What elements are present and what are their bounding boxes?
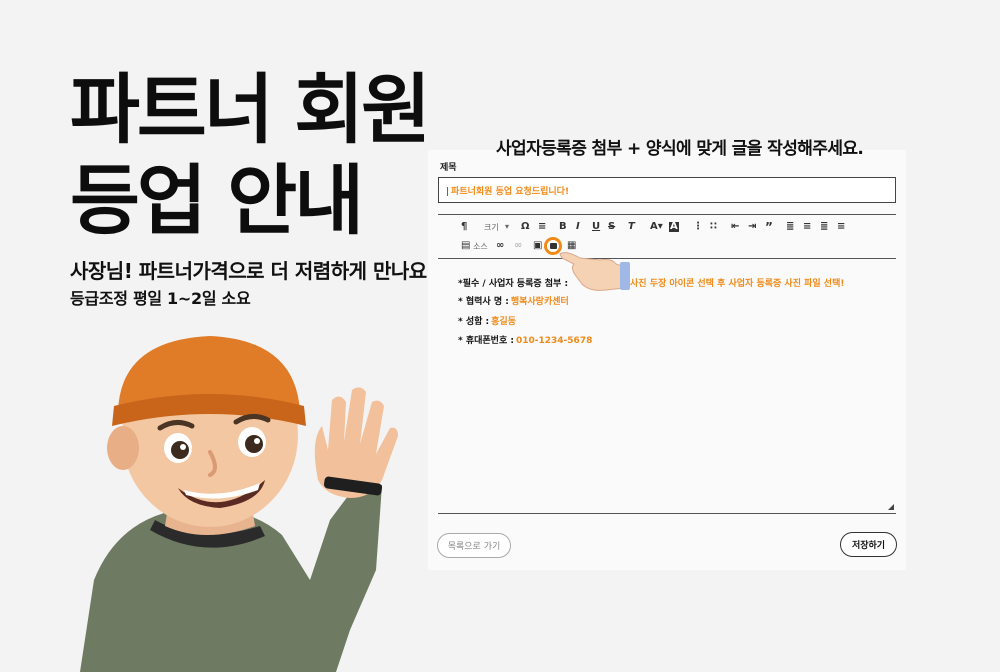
horizontal-rule-icon[interactable]: ≡ <box>538 222 546 232</box>
blockquote-icon[interactable]: ” <box>765 221 773 233</box>
paragraph-format-icon[interactable]: ¶ <box>461 222 467 232</box>
subject-value: | 파트너회원 등업 요청드립니다! <box>446 187 570 197</box>
toolbar-top-divider <box>438 214 896 215</box>
bold-icon[interactable]: B <box>559 222 567 232</box>
italic-icon[interactable]: I <box>576 222 580 232</box>
back-to-list-button[interactable]: 목록으로 가기 <box>437 533 511 558</box>
link-icon[interactable]: ∞ <box>496 241 504 251</box>
editor-instruction: 사업자등록증 첨부 + 양식에 맞게 글을 작성해주세요. <box>496 139 864 159</box>
text-color-icon[interactable]: A▾ <box>650 222 663 232</box>
promo-title-line2: 등업 안내 <box>70 156 364 245</box>
align-left-icon[interactable]: ≣ <box>786 222 794 232</box>
editor-bottom-divider <box>438 513 896 514</box>
bullet-list-icon[interactable]: ∷ <box>710 222 717 232</box>
underline-icon[interactable]: U <box>592 222 600 232</box>
body-line-company: * 협력사 명 : 행복사랑카센터 <box>458 297 569 307</box>
resize-handle-icon[interactable] <box>888 504 894 510</box>
align-justify-icon[interactable]: ≡ <box>837 222 845 232</box>
post-editor-panel <box>428 150 906 570</box>
outdent-icon[interactable]: ⇤ <box>731 222 739 232</box>
font-size-select[interactable]: 크기 <box>484 224 499 232</box>
waving-avatar-illustration <box>80 336 398 672</box>
special-char-icon[interactable]: Ω <box>521 222 530 232</box>
subject-label: 제목 <box>440 163 457 173</box>
promo-subtitle: 사장님! 파트너가격으로 더 저렴하게 만나요! <box>70 259 436 283</box>
chevron-down-icon[interactable]: ▾ <box>505 223 509 231</box>
background-color-icon[interactable]: A <box>669 222 679 232</box>
unlink-icon[interactable]: ∞ <box>514 241 522 251</box>
indent-icon[interactable]: ⇥ <box>748 222 756 232</box>
promo-title-line1: 파트너 회원 <box>70 65 431 154</box>
photo-upload-hint: 사진 두장 아이콘 선택 후 사업자 등록증 사진 파일 선택! <box>630 279 845 289</box>
save-button[interactable]: 저장하기 <box>840 532 897 557</box>
toolbar-bottom-divider <box>438 258 896 259</box>
numbered-list-icon[interactable]: ⋮ <box>693 222 703 232</box>
clear-format-icon[interactable]: T <box>628 222 635 232</box>
align-right-icon[interactable]: ≣ <box>820 222 828 232</box>
promo-duration-note: 등급조정 평일 1~2일 소요 <box>70 289 251 308</box>
source-label[interactable]: 소스 <box>473 243 488 251</box>
body-line-name: * 성함 : 홍길동 <box>458 317 516 327</box>
body-line-phone: * 휴대폰번호 :010-1234-5678 <box>458 336 593 346</box>
strikethrough-icon[interactable]: S <box>608 222 615 232</box>
body-line-attachment: *필수 / 사업자 등록증 첨부 : <box>458 279 569 289</box>
source-doc-icon[interactable]: ▤ <box>461 241 470 251</box>
image-icon[interactable]: ▣ <box>533 241 542 251</box>
align-center-icon[interactable]: ≡ <box>803 222 811 232</box>
